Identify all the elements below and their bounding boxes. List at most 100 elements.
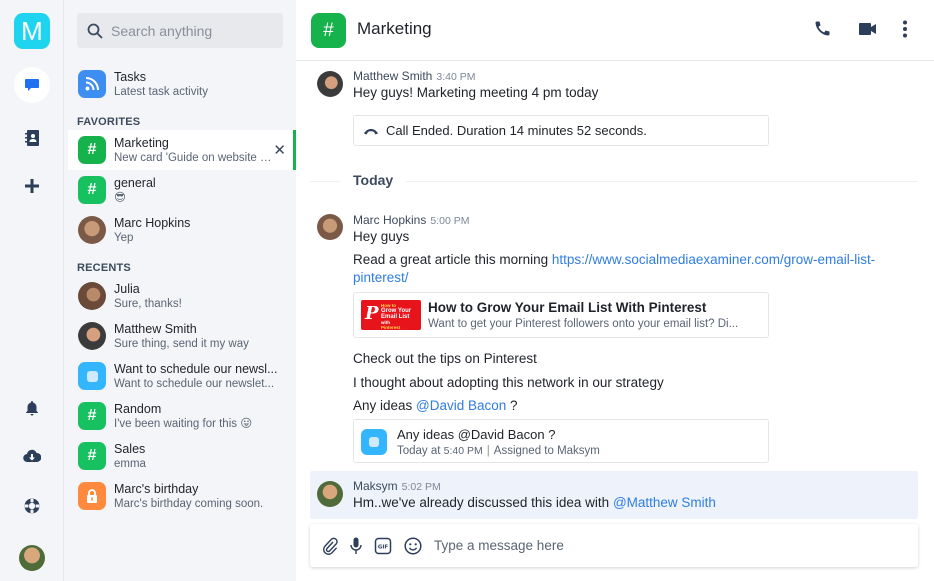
more-vertical-icon [903,20,907,38]
more-options-button[interactable] [902,20,908,43]
list-item-julia[interactable]: Julia Sure, thanks! [68,276,296,316]
search-box[interactable] [77,13,283,48]
item-subtitle: Sure thing, send it my way [114,337,249,350]
chat-panel: # Marketing Matthew Smith 3:40 PM Hey guy… [296,0,934,581]
gif-button[interactable]: GIF [374,537,392,555]
message-time: 5:00 PM [430,215,470,227]
attach-button[interactable] [322,537,338,555]
close-icon[interactable]: ✕ [273,141,286,159]
preview-description: Want to get your Pinterest followers ont… [428,318,739,330]
message-text: Hm..we've already discussed this idea wi… [353,495,716,510]
search-input[interactable] [111,22,271,39]
list-item-random[interactable]: # Random I've been waiting for this 😛 [68,396,296,436]
item-title: Random [114,401,162,416]
message-text: Hey guys [353,229,410,244]
call-ended-text: Call Ended. Duration 14 minutes 52 secon… [386,123,647,138]
nav-rail: M [0,0,64,581]
workspace-logo[interactable]: M [14,13,50,49]
cloud-download-icon [23,449,41,463]
rail-help-button[interactable] [14,488,50,524]
item-title: Want to schedule our newsl... [114,361,278,376]
item-subtitle: New card 'Guide on website o... [114,151,274,164]
message-author: Maksym 5:02 PM [353,479,441,493]
item-title: Marc Hopkins [114,215,191,230]
avatar [78,216,106,244]
list-item-newsletter-task[interactable]: Want to schedule our newsl... Want to sc… [68,356,296,396]
item-subtitle: emma [114,457,146,470]
chat-bubble-icon [25,79,39,91]
item-subtitle: Want to schedule our newslet... [114,377,275,390]
item-title: Marketing [114,135,169,150]
lock-icon [78,482,106,510]
list-item-sales[interactable]: # Sales emma [68,436,296,476]
list-item-matthew-smith[interactable]: Matthew Smith Sure thing, send it my way [68,316,296,356]
avatar [317,214,343,240]
preview-title: How to Grow Your Email List With Pintere… [428,300,707,315]
article-link[interactable]: https://www.socialmediaexaminer.com/grow… [552,252,875,267]
task-icon [361,429,387,455]
item-subtitle: Latest task activity [114,85,208,98]
mention-david-bacon[interactable]: @David Bacon [416,398,506,413]
hang-up-icon [364,128,378,134]
list-item-marcs-birthday[interactable]: Marc's birthday Marc's birthday coming s… [68,476,296,516]
task-title: Any ideas @David Bacon ? [397,427,556,442]
item-subtitle: Yep [114,231,134,244]
hash-icon: # [78,442,106,470]
hash-icon: # [78,136,106,164]
message-text: Any ideas @David Bacon ? [353,398,518,413]
item-title: Sales [114,441,146,456]
list-item-tasks[interactable]: Tasks Latest task activity [68,64,296,104]
rail-notifications-button[interactable] [14,390,50,426]
link-preview-card[interactable]: P How to Grow Your Email List with Pinte… [353,292,769,338]
article-link-continued[interactable]: pinterest/ [353,270,409,285]
task-card[interactable]: Any ideas @David Bacon ? Today at 5:40 P… [353,419,769,463]
current-user-avatar[interactable] [19,545,45,571]
list-item-general[interactable]: # general 😎 [68,170,296,210]
emoji-button[interactable] [404,536,422,555]
conversation-list: Tasks Latest task activity FAVORITES # M… [64,0,296,581]
hash-icon: # [78,402,106,430]
item-title: Marc's birthday [114,481,199,496]
day-divider-left [310,181,340,182]
paperclip-icon [323,537,338,555]
rail-add-button[interactable] [14,168,50,204]
phone-icon [815,21,830,36]
search-icon [87,23,103,39]
item-subtitle: I've been waiting for this 😛 [114,417,253,430]
rail-chat-button[interactable] [14,67,50,103]
mention-matthew-smith[interactable]: @Matthew Smith [613,495,716,510]
svg-text:GIF: GIF [378,544,389,550]
channel-title: Marketing [357,19,432,38]
microphone-icon [350,537,362,554]
message-composer: GIF [310,524,918,567]
list-item-marketing[interactable]: # Marketing New card 'Guide on website o… [68,130,296,170]
message-author: Marc Hopkins 5:00 PM [353,213,470,227]
bell-icon [26,401,38,416]
rss-icon [78,70,106,98]
preview-thumbnail: P How to Grow Your Email List with Pinte… [361,300,421,330]
call-button[interactable] [813,20,831,43]
item-title: Julia [114,281,140,296]
message-author: Matthew Smith 3:40 PM [353,69,476,83]
address-book-icon [25,130,39,146]
message-text: Check out the tips on Pinterest [353,351,537,366]
message-time: 5:02 PM [401,481,441,493]
gif-icon: GIF [374,537,392,554]
item-subtitle: Marc's birthday coming soon. [114,497,264,510]
avatar [78,282,106,310]
call-ended-card: Call Ended. Duration 14 minutes 52 secon… [353,115,769,146]
emoji-icon [404,536,422,555]
lifebuoy-icon [24,498,40,514]
list-item-marc-hopkins[interactable]: Marc Hopkins Yep [68,210,296,250]
pinterest-logo-icon: P [365,303,379,324]
item-title: general [114,175,156,190]
message-input[interactable] [434,538,834,553]
rail-downloads-button[interactable] [14,438,50,474]
voice-button[interactable] [350,537,362,555]
favorites-heading: FAVORITES [77,116,141,128]
video-call-button[interactable] [859,22,877,41]
item-title: Tasks [114,69,146,84]
task-icon [78,362,106,390]
rail-contacts-button[interactable] [14,120,50,156]
task-meta: Today at 5:40 PM | Assigned to Maksym [397,445,600,457]
